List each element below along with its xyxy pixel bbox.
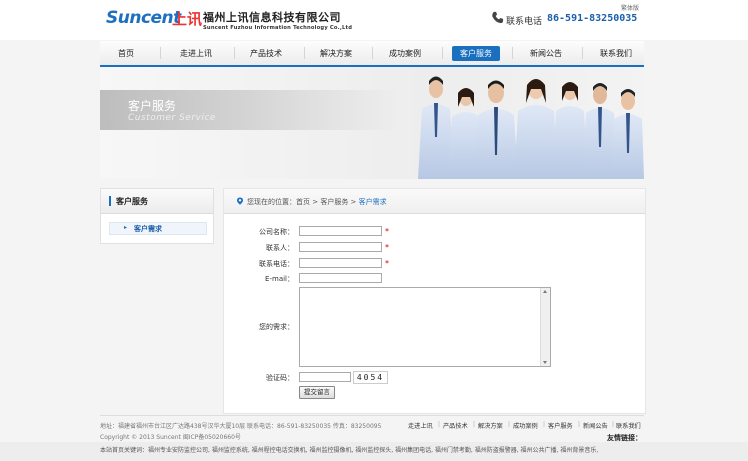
keywords-bar: 本站首页关键词：福州专业安防监控公司, 福州监控系统, 福州程控电话交换机, 福… bbox=[0, 442, 748, 461]
breadcrumb-sep: > bbox=[348, 198, 359, 206]
required-mark: * bbox=[385, 243, 389, 252]
nav-item-cases[interactable]: 成功案例 bbox=[383, 46, 427, 61]
sidebar-item-label: 客户需求 bbox=[134, 225, 162, 233]
required-mark: * bbox=[385, 259, 389, 268]
breadcrumb-home[interactable]: 首页 bbox=[296, 198, 310, 206]
breadcrumb-current: 客户需求 bbox=[358, 198, 387, 206]
footer-link-sep: | bbox=[543, 421, 546, 428]
nav-divider bbox=[372, 47, 373, 59]
sidebar-title: 客户服务 bbox=[116, 197, 148, 206]
captcha-input[interactable] bbox=[299, 372, 351, 382]
traditional-chinese-link[interactable]: 繁体版 bbox=[621, 3, 639, 12]
nav-item-about[interactable]: 走进上讯 bbox=[174, 46, 218, 61]
contact-label: 联系人： bbox=[266, 244, 294, 252]
banner-title-en: Customer Service bbox=[128, 113, 216, 123]
scroll-down-icon[interactable] bbox=[543, 361, 547, 364]
banner-people-image bbox=[418, 76, 644, 179]
phone-field-label: 联系电话： bbox=[259, 260, 294, 268]
footer-link-about[interactable]: 走进上讯 bbox=[408, 421, 433, 430]
footer-address: 地址：福建省福州市台江区广达路438号汉华大厦10层 联系电话：86-591-8… bbox=[100, 423, 382, 430]
phone-label: 联系电话 bbox=[506, 17, 543, 27]
phone-number: 86-591-83250035 bbox=[547, 13, 638, 24]
company-name-cn: 福州上讯信息科技有限公司 bbox=[203, 11, 341, 24]
footer-copyright: Copyright © 2013 Suncent 闽ICP备05020660号 bbox=[100, 434, 241, 441]
keywords-text: 本站首页关键词：福州专业安防监控公司, 福州监控系统, 福州程控电话交换机, 福… bbox=[100, 447, 599, 454]
logo-text-cn[interactable]: 上讯 bbox=[172, 8, 202, 29]
nav-item-home[interactable]: 首页 bbox=[108, 46, 144, 61]
phone-icon bbox=[492, 11, 504, 24]
email-label: E-mail： bbox=[265, 275, 294, 283]
footer-link-sep: | bbox=[473, 421, 476, 428]
nav-divider bbox=[234, 47, 235, 59]
page: Suncent 上讯 福州上讯信息科技有限公司 Suncent Fuzhou I… bbox=[0, 0, 748, 461]
footer-link-sep: | bbox=[438, 421, 441, 428]
company-input[interactable] bbox=[299, 226, 382, 236]
nav-divider bbox=[582, 47, 583, 59]
company-label: 公司名称： bbox=[259, 228, 294, 236]
logo-text-en[interactable]: Suncent bbox=[106, 8, 181, 28]
required-mark: * bbox=[385, 227, 389, 236]
needs-textarea[interactable] bbox=[299, 287, 551, 367]
nav-item-contact[interactable]: 联系我们 bbox=[594, 46, 638, 61]
captcha-label: 验证码： bbox=[266, 374, 294, 382]
nav-item-news[interactable]: 新闻公告 bbox=[524, 46, 568, 61]
nav-divider bbox=[304, 47, 305, 59]
footer-divider bbox=[100, 415, 644, 416]
needs-label: 您的需求： bbox=[259, 323, 294, 331]
footer-link-sep: | bbox=[612, 421, 615, 428]
breadcrumb: 您现在的位置：首页 > 客户服务 > 客户需求 bbox=[247, 197, 387, 207]
textarea-scrollbar[interactable] bbox=[540, 288, 550, 366]
footer-link-products[interactable]: 产品技术 bbox=[443, 421, 468, 430]
header: Suncent 上讯 福州上讯信息科技有限公司 Suncent Fuzhou I… bbox=[0, 0, 748, 40]
main-content: 您现在的位置：首页 > 客户服务 > 客户需求 公司名称： * 联系人： * 联… bbox=[223, 188, 646, 414]
nav-item-customer-service[interactable]: 客户服务 bbox=[452, 46, 500, 61]
breadcrumb-section[interactable]: 客户服务 bbox=[320, 198, 348, 206]
sidebar-item-customer-needs[interactable]: ▸ 客户需求 bbox=[109, 222, 207, 235]
footer-link-contact[interactable]: 联系我们 bbox=[616, 421, 641, 430]
breadcrumb-bar: 您现在的位置：首页 > 客户服务 > 客户需求 bbox=[224, 189, 645, 214]
breadcrumb-sep: > bbox=[310, 198, 321, 206]
footer-link-sep: | bbox=[578, 421, 581, 428]
nav-item-solutions[interactable]: 解决方案 bbox=[314, 46, 358, 61]
banner: 客户服务 Customer Service bbox=[100, 67, 644, 179]
nav-item-products[interactable]: 产品技术 bbox=[244, 46, 288, 61]
footer-link-solutions[interactable]: 解决方案 bbox=[478, 421, 503, 430]
phone-input[interactable] bbox=[299, 258, 382, 268]
main-nav: 首页 走进上讯 产品技术 解决方案 成功案例 客户服务 新闻公告 联系我们 bbox=[100, 41, 644, 67]
banner-title-cn: 客户服务 bbox=[128, 99, 177, 113]
submit-button[interactable]: 提交留言 bbox=[299, 386, 335, 399]
nav-divider bbox=[442, 47, 443, 59]
footer-link-news[interactable]: 新闻公告 bbox=[583, 421, 608, 430]
sidebar: 客户服务 ▸ 客户需求 bbox=[100, 188, 214, 244]
scroll-up-icon[interactable] bbox=[543, 290, 547, 293]
captcha-image[interactable]: 4054 bbox=[353, 371, 388, 384]
contact-input[interactable] bbox=[299, 242, 382, 252]
sidebar-header: 客户服务 bbox=[101, 189, 213, 214]
location-pin-icon bbox=[237, 197, 243, 205]
email-input[interactable] bbox=[299, 273, 382, 283]
nav-divider bbox=[512, 47, 513, 59]
sidebar-accent-bar bbox=[109, 196, 111, 206]
nav-divider bbox=[160, 47, 161, 59]
bullet-icon: ▸ bbox=[124, 224, 128, 231]
company-name-en: Suncent Fuzhou Information Technology Co… bbox=[203, 25, 353, 31]
breadcrumb-prefix: 您现在的位置： bbox=[247, 198, 296, 206]
footer-link-service[interactable]: 客户服务 bbox=[548, 421, 573, 430]
footer-link-cases[interactable]: 成功案例 bbox=[513, 421, 538, 430]
footer-link-sep: | bbox=[508, 421, 511, 428]
